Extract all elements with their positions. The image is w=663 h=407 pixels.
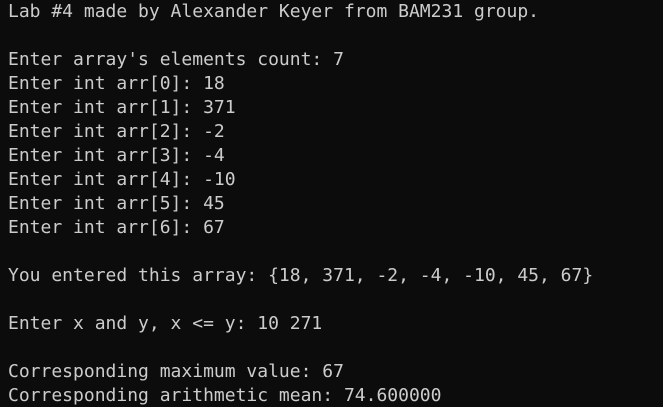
range-prompt-line: Enter x and y, x <= y: 10 271 [8, 313, 323, 334]
console-output: Lab #4 made by Alexander Keyer from BAM2… [0, 0, 663, 407]
title-line: Lab #4 made by Alexander Keyer from BAM2… [8, 1, 540, 22]
element-input-line: Enter int arr[1]: 371 [8, 97, 236, 118]
element-input-line: Enter int arr[3]: -4 [8, 145, 225, 166]
max-value-line: Corresponding maximum value: 67 [8, 361, 344, 382]
array-echo-line: You entered this array: {18, 371, -2, -4… [8, 265, 594, 286]
element-input-line: Enter int arr[0]: 18 [8, 73, 225, 94]
element-input-line: Enter int arr[5]: 45 [8, 193, 225, 214]
count-prompt-line: Enter array's elements count: 7 [8, 49, 344, 70]
element-input-line: Enter int arr[6]: 67 [8, 217, 225, 238]
element-input-line: Enter int arr[2]: -2 [8, 121, 225, 142]
mean-value-line: Corresponding arithmetic mean: 74.600000 [8, 385, 442, 406]
element-input-line: Enter int arr[4]: -10 [8, 169, 236, 190]
